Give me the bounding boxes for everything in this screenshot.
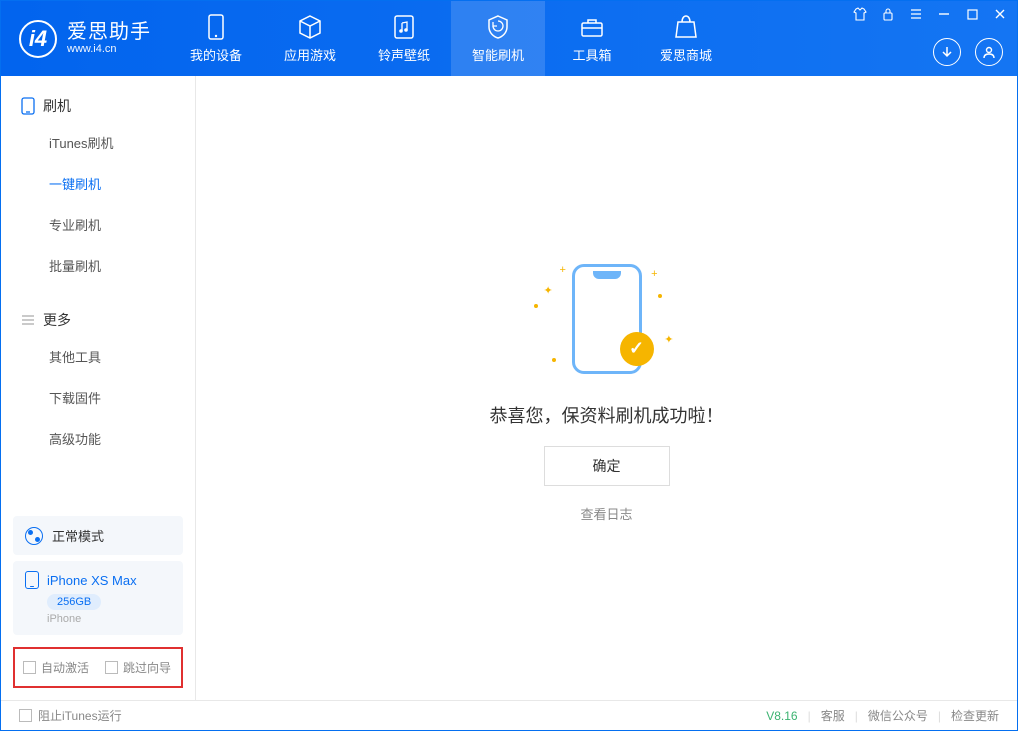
window-controls	[853, 7, 1007, 21]
checkbox-label: 跳过向导	[123, 659, 171, 676]
close-button[interactable]	[993, 7, 1007, 21]
logo-icon: i4	[19, 20, 57, 58]
success-message: 恭喜您，保资料刷机成功啦！	[490, 402, 724, 428]
phone-icon	[25, 571, 39, 589]
device-card[interactable]: iPhone XS Max 256GB iPhone	[13, 561, 183, 635]
phone-icon	[21, 97, 35, 115]
wechat-link[interactable]: 微信公众号	[868, 707, 928, 724]
sidebar-item-other-tools[interactable]: 其他工具	[1, 336, 195, 377]
view-log-link[interactable]: 查看日志	[580, 504, 632, 523]
bag-icon	[673, 14, 699, 40]
sidebar-item-batch-flash[interactable]: 批量刷机	[1, 245, 195, 286]
checkbox-auto-activate[interactable]: 自动激活	[23, 659, 89, 676]
checkbox-icon	[19, 709, 32, 722]
sidebar-item-pro-flash[interactable]: 专业刷机	[1, 204, 195, 245]
maximize-button[interactable]	[965, 7, 979, 21]
tab-ringtone-wallpaper[interactable]: 铃声壁纸	[357, 1, 451, 76]
section-title: 更多	[43, 310, 71, 330]
tab-apps-games[interactable]: 应用游戏	[263, 1, 357, 76]
music-icon	[391, 14, 417, 40]
support-link[interactable]: 客服	[821, 707, 845, 724]
menu-icon[interactable]	[909, 7, 923, 21]
app-header: i4 爱思助手 www.i4.cn 我的设备 应用游戏 铃声壁纸 智能刷机	[1, 1, 1017, 76]
sidebar-section-more: 更多	[1, 304, 195, 336]
shield-icon	[485, 14, 511, 40]
tab-store[interactable]: 爱思商城	[639, 1, 733, 76]
user-button[interactable]	[975, 38, 1003, 66]
app-name: 爱思助手	[67, 21, 151, 43]
sidebar-item-itunes-flash[interactable]: iTunes刷机	[1, 122, 195, 163]
device-name: iPhone XS Max	[47, 573, 137, 588]
tab-label: 铃声壁纸	[378, 45, 430, 64]
lock-icon[interactable]	[881, 7, 895, 21]
tab-label: 智能刷机	[472, 45, 524, 64]
sidebar-item-advanced[interactable]: 高级功能	[1, 418, 195, 459]
tab-label: 工具箱	[572, 45, 611, 64]
checkbox-icon	[23, 661, 36, 674]
shirt-icon[interactable]	[853, 7, 867, 21]
logo-area: i4 爱思助手 www.i4.cn	[1, 1, 169, 76]
version-label: V8.16	[766, 709, 797, 723]
check-badge-icon: ✓	[620, 332, 654, 366]
list-icon	[21, 313, 35, 327]
storage-badge: 256GB	[47, 594, 101, 610]
sidebar-item-oneclick-flash[interactable]: 一键刷机	[1, 163, 195, 204]
checkbox-highlight-area: 自动激活 跳过向导	[13, 647, 183, 688]
sidebar-item-download-firmware[interactable]: 下载固件	[1, 377, 195, 418]
tab-my-device[interactable]: 我的设备	[169, 1, 263, 76]
tab-label: 应用游戏	[284, 45, 336, 64]
main-content: ✦+ +✦ ✓ 恭喜您，保资料刷机成功啦！ 确定 查看日志	[196, 76, 1017, 700]
footer: 阻止iTunes运行 V8.16 | 客服 | 微信公众号 | 检查更新	[1, 700, 1017, 730]
tab-smart-flash[interactable]: 智能刷机	[451, 1, 545, 76]
mode-card[interactable]: 正常模式	[13, 516, 183, 555]
mode-icon	[25, 527, 43, 545]
ok-button[interactable]: 确定	[544, 446, 670, 486]
checkbox-label: 阻止iTunes运行	[38, 707, 122, 724]
tab-label: 爱思商城	[660, 45, 712, 64]
checkbox-label: 自动激活	[41, 659, 89, 676]
tab-toolbox[interactable]: 工具箱	[545, 1, 639, 76]
device-type: iPhone	[47, 613, 171, 625]
sidebar-section-flash: 刷机	[1, 90, 195, 122]
checkbox-skip-guide[interactable]: 跳过向导	[105, 659, 171, 676]
section-title: 刷机	[43, 96, 71, 116]
toolbox-icon	[579, 14, 605, 40]
download-button[interactable]	[933, 38, 961, 66]
tab-label: 我的设备	[190, 45, 242, 64]
app-url: www.i4.cn	[67, 43, 151, 55]
mode-label: 正常模式	[52, 526, 104, 545]
success-illustration: ✦+ +✦ ✓	[532, 254, 682, 384]
minimize-button[interactable]	[937, 7, 951, 21]
cube-icon	[297, 14, 323, 40]
checkbox-icon	[105, 661, 118, 674]
sidebar: 刷机 iTunes刷机 一键刷机 专业刷机 批量刷机 更多 其他工具 下载固件 …	[1, 76, 196, 700]
device-icon	[203, 14, 229, 40]
checkbox-block-itunes[interactable]: 阻止iTunes运行	[19, 707, 122, 724]
check-update-link[interactable]: 检查更新	[951, 707, 999, 724]
